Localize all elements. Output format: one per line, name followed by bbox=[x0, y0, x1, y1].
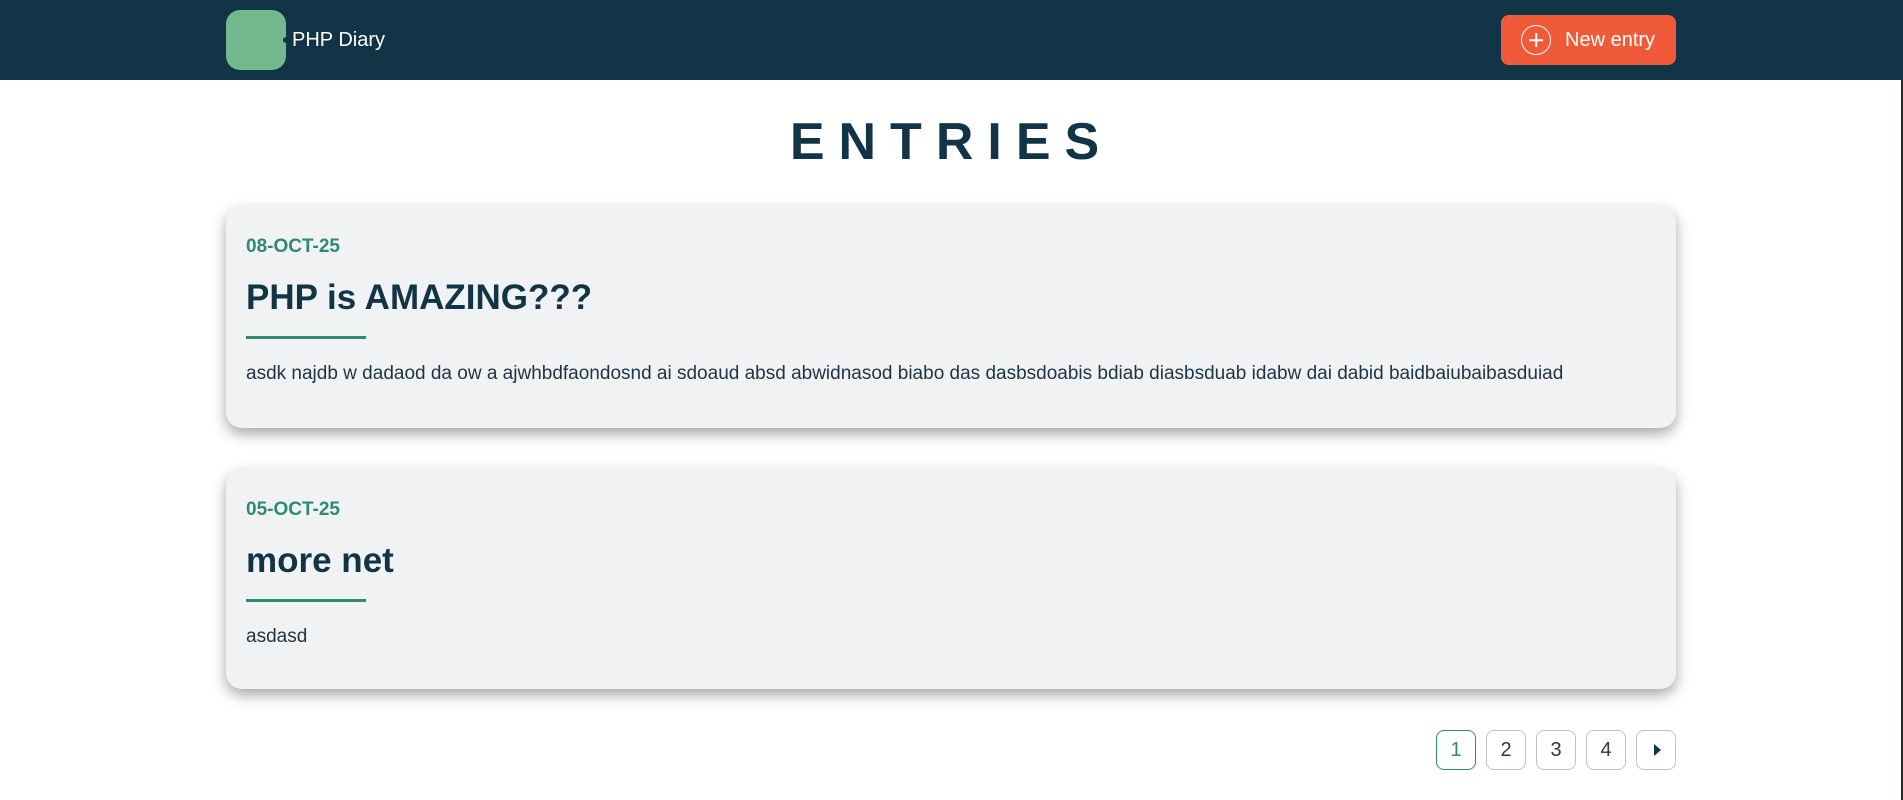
new-entry-button[interactable]: New entry bbox=[1501, 15, 1676, 65]
next-page-button[interactable] bbox=[1636, 730, 1676, 770]
pagination: 1 2 3 4 bbox=[1436, 730, 1676, 770]
entry-card[interactable]: 05-OCT-25 more net asdasd bbox=[226, 469, 1676, 689]
page-button-4[interactable]: 4 bbox=[1586, 730, 1626, 770]
page-title: ENTRIES bbox=[789, 113, 1114, 171]
entry-title: more net bbox=[246, 541, 394, 580]
entry-divider bbox=[246, 336, 366, 339]
caret-right-icon bbox=[1654, 744, 1661, 756]
entry-date: 08-OCT-25 bbox=[246, 236, 340, 257]
new-entry-label: New entry bbox=[1565, 28, 1656, 51]
brand-name: PHP Diary bbox=[292, 28, 385, 51]
entry-title: PHP is AMAZING??? bbox=[246, 278, 593, 317]
entry-divider bbox=[246, 599, 366, 602]
page-button-2[interactable]: 2 bbox=[1486, 730, 1526, 770]
brand-link[interactable]: PHP Diary bbox=[226, 10, 385, 70]
entry-card[interactable]: 08-OCT-25 PHP is AMAZING??? asdk najdb w… bbox=[226, 206, 1676, 428]
page-button-1[interactable]: 1 bbox=[1436, 730, 1476, 770]
entry-date: 05-OCT-25 bbox=[246, 499, 340, 520]
entry-body: asdk najdb w dadaod da ow a ajwhbdfaondo… bbox=[246, 363, 1564, 384]
page-button-3[interactable]: 3 bbox=[1536, 730, 1576, 770]
entry-body: asdasd bbox=[246, 626, 308, 647]
logo-icon bbox=[226, 10, 289, 70]
plus-circle-icon bbox=[1521, 25, 1551, 55]
top-navbar: PHP Diary New entry bbox=[0, 0, 1903, 80]
